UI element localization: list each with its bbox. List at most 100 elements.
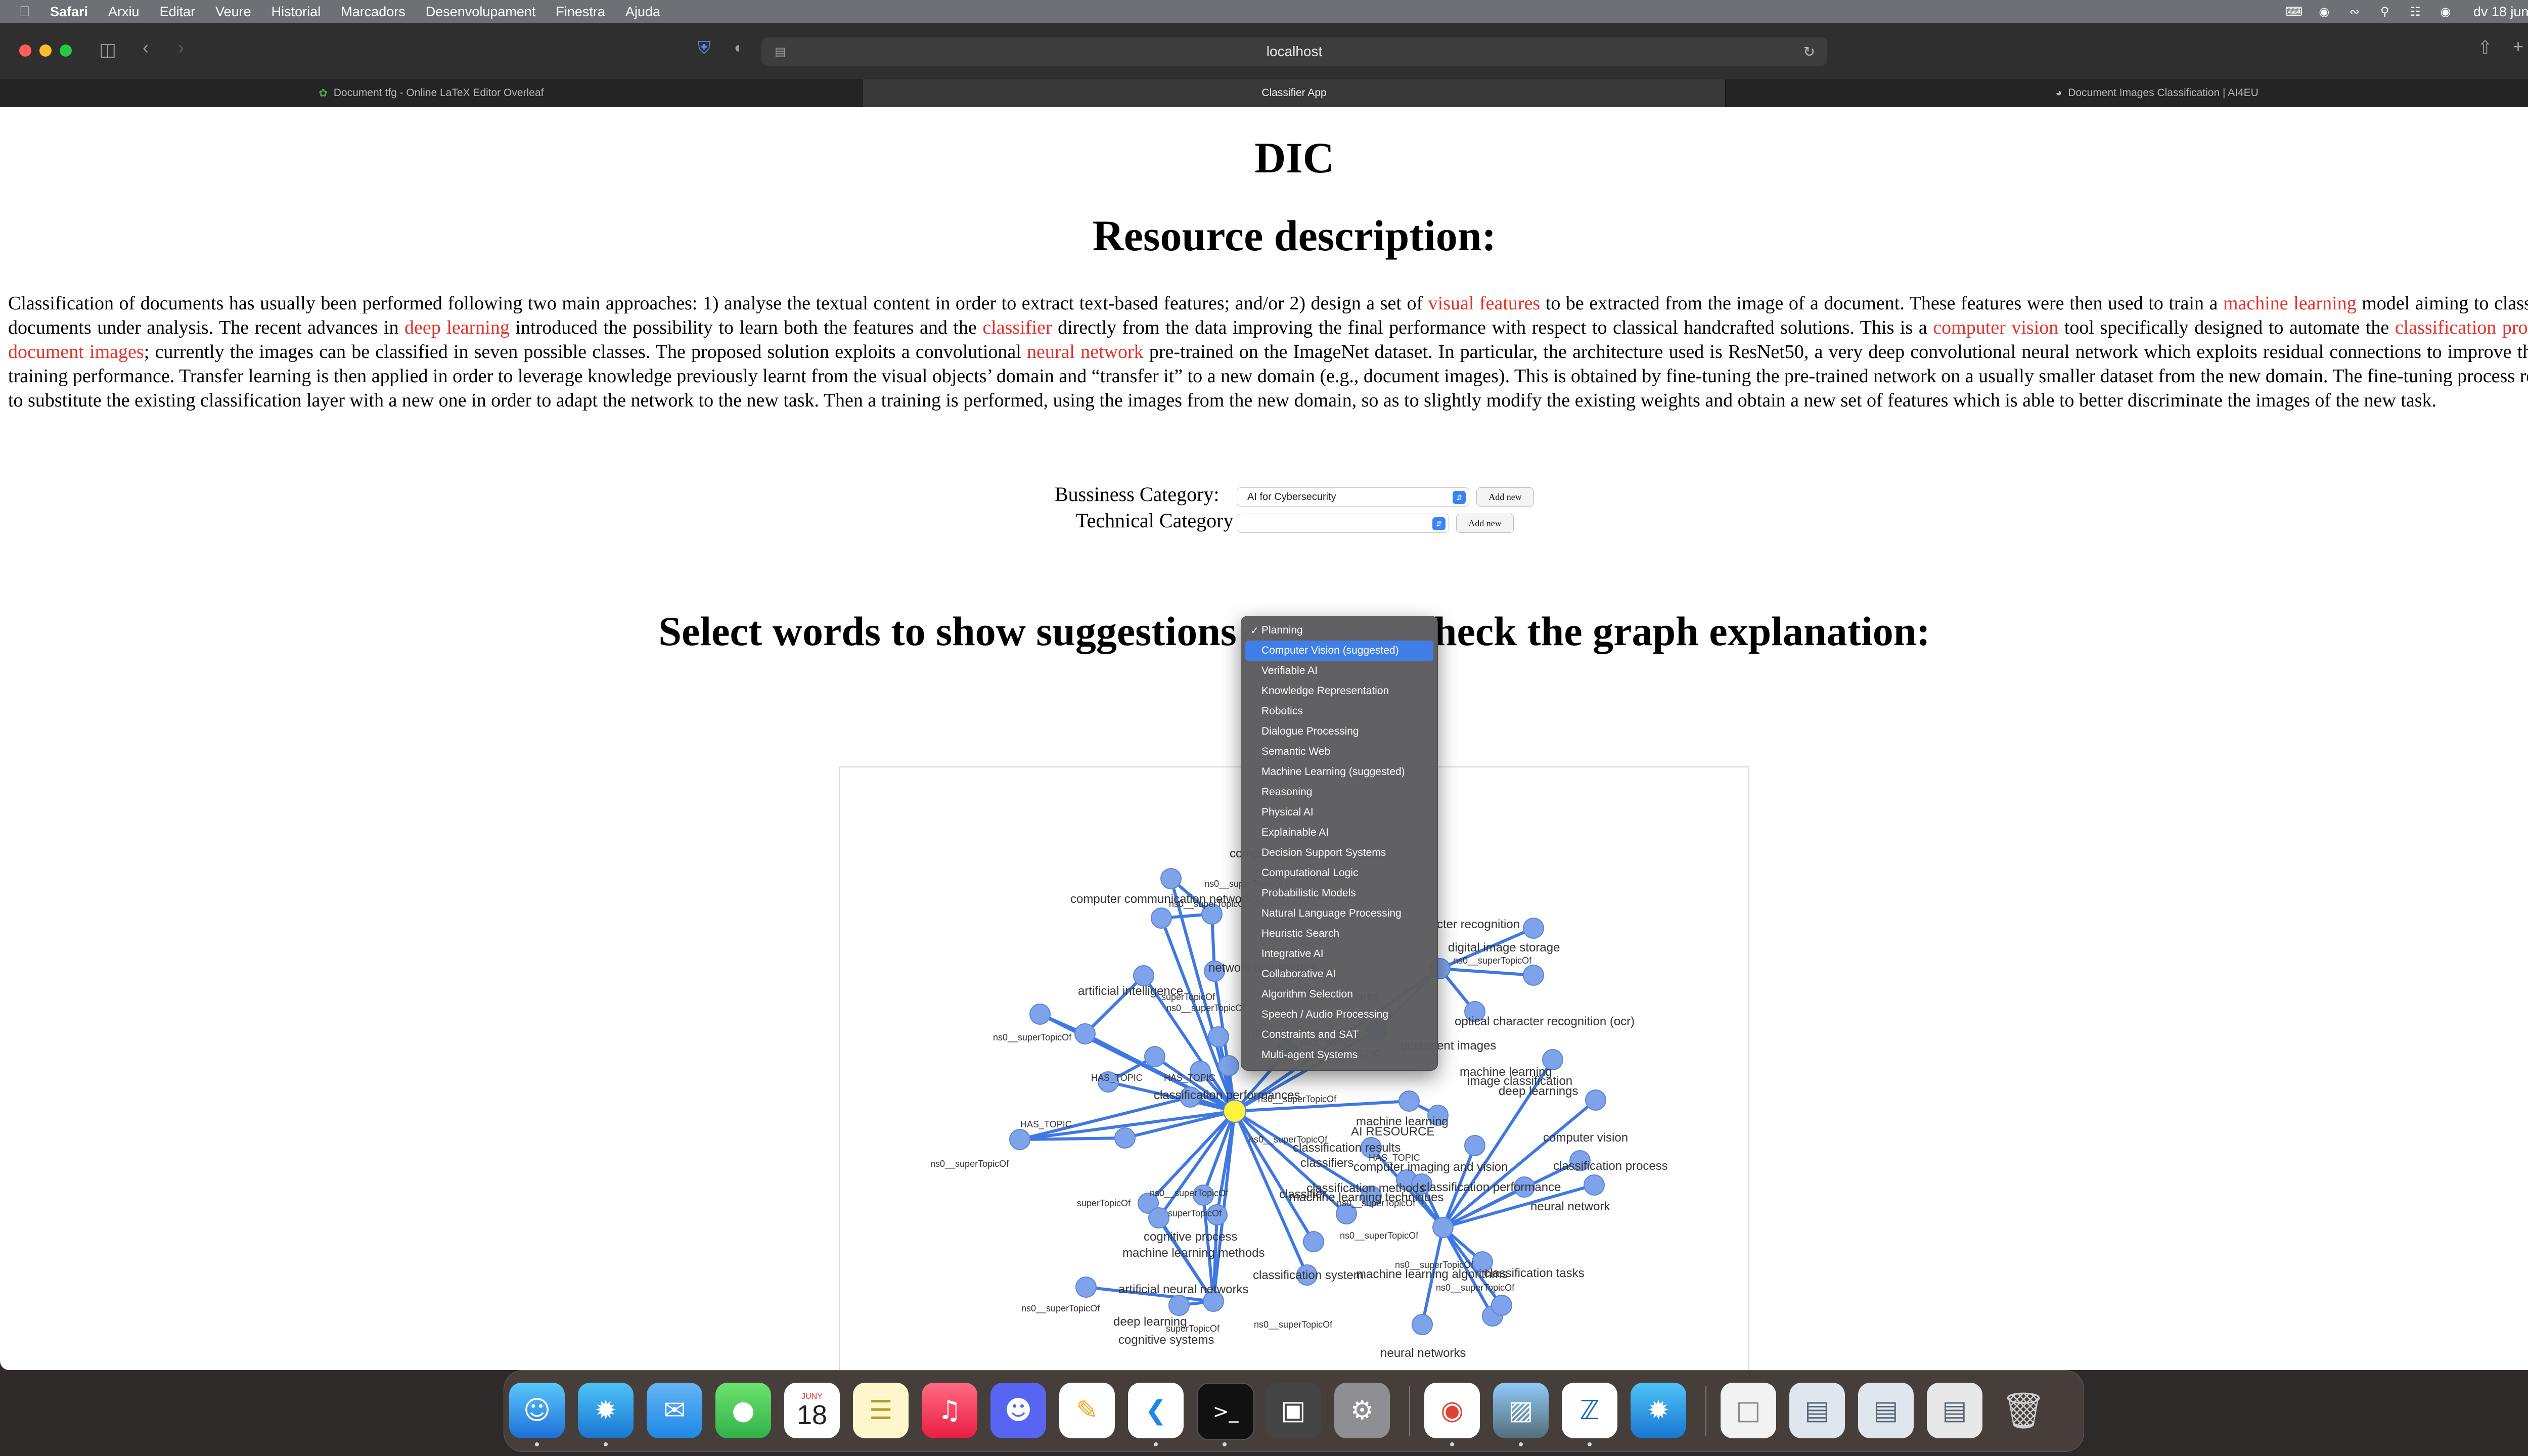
apple-icon[interactable]: : [19, 4, 30, 20]
dropdown-option[interactable]: Speech / Audio Processing: [1245, 1005, 1433, 1025]
share-icon[interactable]: ⇧: [2477, 38, 2493, 57]
graph-node[interactable]: [1523, 918, 1544, 939]
menu-item-window[interactable]: Finestra: [556, 4, 605, 20]
add-business-category-button[interactable]: Add new: [1476, 487, 1534, 507]
discord-icon[interactable]: ☻: [990, 1383, 1046, 1438]
dropdown-option[interactable]: Decision Support Systems: [1245, 843, 1433, 863]
close-window-button[interactable]: [19, 44, 31, 57]
privacy-shield-icon[interactable]: ⛨: [698, 39, 711, 57]
technical-category-select[interactable]: ⇵: [1237, 514, 1449, 533]
keyword-link[interactable]: machine learning: [2223, 293, 2357, 314]
graph-node[interactable]: [1075, 1277, 1097, 1298]
menu-item-view[interactable]: Veure: [215, 4, 251, 20]
add-technical-category-button[interactable]: Add new: [1456, 514, 1514, 533]
dropdown-option[interactable]: Computer Vision (suggested): [1245, 641, 1433, 661]
dropdown-option[interactable]: Probabilistic Models: [1245, 883, 1433, 903]
pages-icon[interactable]: ✎: [1059, 1383, 1115, 1438]
graph-node[interactable]: [1160, 868, 1182, 889]
dropdown-option[interactable]: Algorithm Selection: [1245, 984, 1433, 1005]
search-icon[interactable]: ⚲: [2377, 5, 2392, 19]
graph-node[interactable]: [1151, 907, 1172, 929]
graph-node[interactable]: [1168, 1295, 1190, 1316]
menu-item-help[interactable]: Ajuda: [625, 4, 660, 20]
graph-node[interactable]: [1412, 1314, 1433, 1335]
safari-download-icon[interactable]: ✹: [1631, 1383, 1686, 1438]
dropdown-option[interactable]: Integrative AI: [1245, 944, 1433, 964]
system-settings-icon[interactable]: ⚙: [1334, 1383, 1390, 1438]
new-tab-icon[interactable]: +: [2513, 37, 2523, 56]
zoom-window-button[interactable]: [60, 44, 72, 57]
dropdown-option[interactable]: Multi-agent Systems: [1245, 1045, 1433, 1065]
extension-icon[interactable]: ◐: [734, 40, 743, 56]
control-center-icon[interactable]: ☷: [2408, 5, 2423, 19]
sidebar-icon[interactable]: ◫: [99, 40, 116, 59]
menu-item-develop[interactable]: Desenvolupament: [426, 4, 536, 20]
dropdown-option[interactable]: Heuristic Search: [1245, 924, 1433, 944]
finder-icon[interactable]: ☺: [509, 1383, 565, 1438]
safari-icon[interactable]: ✹: [578, 1383, 634, 1438]
wifi-icon[interactable]: ∾: [2347, 5, 2362, 19]
tab-overleaf[interactable]: ✿ Document tfg - Online LaTeX Editor Ove…: [0, 79, 863, 107]
siri-icon[interactable]: ◉: [2438, 5, 2453, 19]
graph-node[interactable]: [1029, 1004, 1051, 1025]
sourcetree-icon[interactable]: ℤ: [1562, 1383, 1617, 1438]
tab-ai4eu[interactable]: ◕ Document Images Classification | AI4EU: [1726, 79, 2528, 107]
keyboard-icon[interactable]: ⌨: [2285, 5, 2303, 19]
menu-app-name[interactable]: Safari: [50, 4, 88, 20]
dropdown-option[interactable]: Collaborative AI: [1245, 964, 1433, 984]
dropdown-option[interactable]: Computational Logic: [1245, 863, 1433, 883]
technical-category-dropdown[interactable]: ✓ Planning Computer Vision (suggested) Veri…: [1241, 616, 1438, 1071]
preview-icon[interactable]: ▨: [1493, 1383, 1549, 1438]
dropdown-option[interactable]: Knowledge Representation: [1245, 681, 1433, 701]
menu-item-file[interactable]: Arxiu: [108, 4, 140, 20]
menubar-clock[interactable]: dv 18 juny 16:37: [2473, 4, 2528, 20]
graph-node[interactable]: [1218, 1055, 1239, 1076]
screenshot-thumbnail-icon[interactable]: ▤: [1858, 1383, 1914, 1438]
menu-item-edit[interactable]: Editar: [160, 4, 196, 20]
graph-node[interactable]: [1398, 1090, 1420, 1112]
trash-icon[interactable]: 🗑: [1996, 1383, 2051, 1438]
keyword-link[interactable]: computer vision: [1933, 317, 2058, 338]
dropdown-option[interactable]: Verifiable AI: [1245, 661, 1433, 681]
keyword-link[interactable]: document images: [8, 341, 144, 362]
terminal-icon[interactable]: >_: [1197, 1383, 1254, 1440]
tab-classifier-app[interactable]: Classifier App: [863, 79, 1726, 107]
graph-node[interactable]: [1432, 1217, 1454, 1238]
dropdown-option[interactable]: Robotics: [1245, 701, 1433, 721]
address-bar[interactable]: ▤ localhost ↻: [761, 37, 1827, 66]
mail-icon[interactable]: ✉: [647, 1383, 702, 1438]
back-icon[interactable]: ‹: [143, 38, 149, 57]
screenshot-icon[interactable]: ▣: [1266, 1383, 1321, 1438]
keyword-link[interactable]: neural network: [1027, 341, 1144, 362]
keyword-link[interactable]: visual features: [1428, 293, 1541, 314]
business-category-select[interactable]: AI for Cybersecurity ⇵: [1237, 487, 1469, 507]
graph-node[interactable]: [1303, 1231, 1324, 1252]
vscode-icon[interactable]: ❮: [1128, 1383, 1184, 1438]
dropdown-option[interactable]: ✓ Planning: [1245, 620, 1433, 641]
messages-icon[interactable]: ●: [715, 1383, 771, 1438]
dropdown-option[interactable]: Constraints and SAT: [1245, 1025, 1433, 1045]
menu-item-bookmarks[interactable]: Marcadors: [341, 4, 405, 20]
keyword-link[interactable]: deep learning: [404, 317, 510, 338]
graph-node[interactable]: [1208, 1026, 1229, 1048]
keyword-link[interactable]: classification process: [2395, 317, 2528, 338]
graph-node[interactable]: [1133, 965, 1154, 986]
graph-node[interactable]: [1009, 1129, 1030, 1150]
menu-item-history[interactable]: Historial: [272, 4, 321, 20]
screenshot-thumbnail-icon[interactable]: ▤: [1789, 1383, 1845, 1438]
graph-node[interactable]: [1491, 1295, 1512, 1316]
reload-icon[interactable]: ↻: [1803, 43, 1815, 60]
chrome-icon[interactable]: ◉: [1424, 1383, 1480, 1438]
graph-node[interactable]: [1148, 1207, 1169, 1228]
music-icon[interactable]: ♫: [922, 1383, 977, 1438]
graph-node[interactable]: [1523, 965, 1544, 986]
document-icon[interactable]: □: [1721, 1383, 1776, 1438]
forward-icon[interactable]: ›: [178, 38, 184, 57]
graph-node[interactable]: [1144, 1046, 1165, 1067]
dropdown-option[interactable]: Machine Learning (suggested): [1245, 762, 1433, 782]
graph-node[interactable]: [1584, 1174, 1605, 1196]
downloads-stack-icon[interactable]: ▤: [1927, 1383, 1982, 1438]
dropdown-option[interactable]: Semantic Web: [1245, 742, 1433, 762]
calendar-icon[interactable]: JUNY 18: [784, 1383, 840, 1438]
graph-node[interactable]: [1585, 1089, 1606, 1111]
